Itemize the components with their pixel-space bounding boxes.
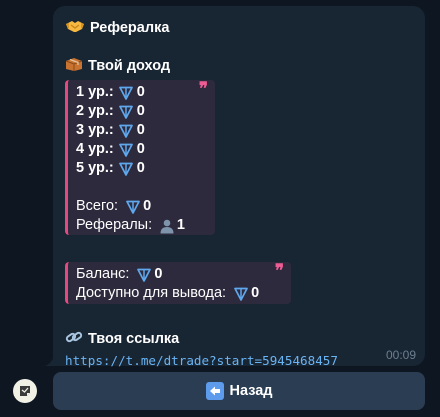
level-value: 0 [136,103,145,119]
balance-value: 0 [154,266,163,282]
level-value: 0 [136,141,145,157]
income-header: Твой доход [65,56,413,76]
ton-icon [118,84,135,101]
level-row-3: 3 ур.: 0 [76,121,185,140]
total-row: Всего: 0 [76,197,185,216]
link-icon [65,329,83,349]
withdrawable-label: Доступно для вывода: [76,285,227,301]
income-header-text: Твой доход [88,58,171,74]
level-row-2: 2 ур.: 0 [76,102,185,121]
referral-link[interactable]: https://t.me/dtrade?start=5945468457 [65,352,413,370]
level-label: 3 ур.: [76,122,114,138]
ton-icon [118,122,135,139]
link-header: Твоя ссылка [65,329,413,349]
back-button[interactable]: Назад [53,372,425,410]
level-row-5: 5 ур.: 0 [76,159,185,178]
level-label: 2 ур.: [76,103,114,119]
total-value: 0 [143,198,152,214]
ton-icon [118,141,135,158]
referrals-row: Рефералы: 1 [76,216,185,235]
ton-icon [135,266,152,283]
balance-quote: ❞ Баланс: 0 Доступно для вывода: 0 [65,262,291,304]
message-title: Рефералка [65,17,413,39]
withdrawable-value: 0 [251,285,260,301]
level-value: 0 [136,122,145,138]
balance-label: Баланс: [76,266,130,282]
level-label: 5 ур.: [76,160,114,176]
chat-view: Рефералка Твой доход ❞ 1 ур.: 0 2 ур.: 0… [0,0,440,417]
handshake-icon [65,18,85,38]
bot-message: Рефералка Твой доход ❞ 1 ур.: 0 2 ур.: 0… [53,6,425,368]
balance-row: Баланс: 0 [76,265,261,284]
arrow-left-icon [205,382,224,400]
level-value: 0 [136,160,145,176]
bot-avatar[interactable] [13,379,37,403]
link-header-text: Твоя ссылка [88,331,180,347]
income-quote: ❞ 1 ур.: 0 2 ур.: 0 3 ур.: 0 4 ур.: 0 5 … [65,80,215,235]
ton-icon [118,160,135,177]
ton-icon [124,198,141,215]
back-button-label: Назад [229,383,273,399]
message-time: 00:09 [385,348,416,362]
ton-icon [118,103,135,120]
package-icon [65,56,83,76]
message-title-text: Рефералка [90,20,170,36]
level-value: 0 [136,84,145,100]
total-label: Всего: [76,198,119,214]
quote-mark-icon: ❞ [198,79,208,99]
referrals-value: 1 [176,217,185,233]
level-label: 4 ур.: [76,141,114,157]
bot-avatar-icon [20,386,30,396]
withdrawable-row: Доступно для вывода: 0 [76,284,261,303]
level-row-1: 1 ур.: 0 [76,83,185,102]
ton-icon [232,285,249,302]
level-row-4: 4 ур.: 0 [76,140,185,159]
level-label: 1 ур.: [76,84,114,100]
referrals-label: Рефералы: [76,217,153,233]
quote-mark-icon: ❞ [274,261,284,281]
user-icon [158,217,175,234]
